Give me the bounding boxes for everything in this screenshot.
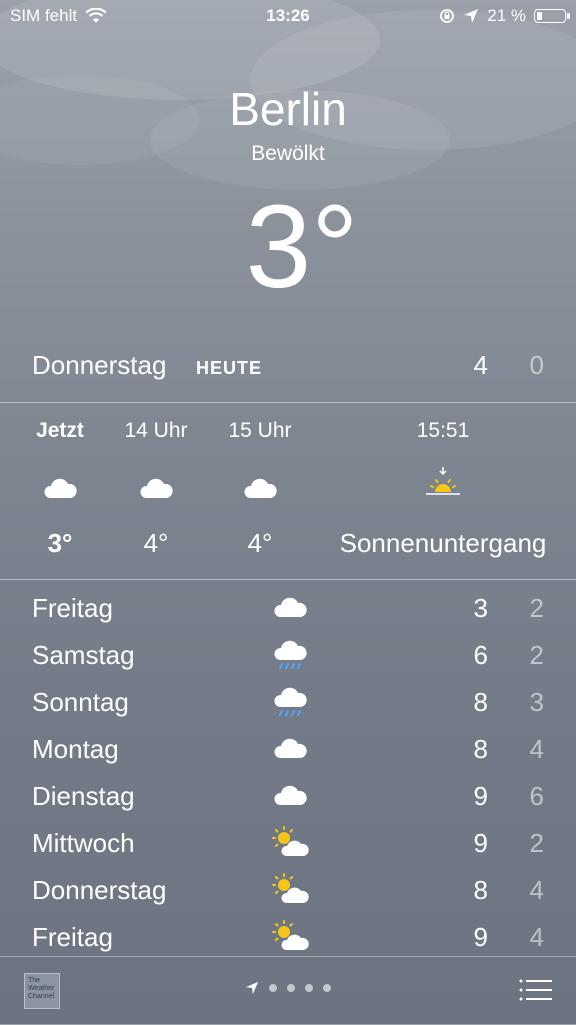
rain-cloud-icon [270,638,310,672]
divider [0,402,576,403]
hourly-time: 14 Uhr [124,419,188,442]
daily-row: Mittwoch 9 2 [32,820,544,867]
location-arrow-icon [464,9,479,23]
partly-sunny-icon [270,873,310,907]
daily-row: Freitag 9 4 [32,914,544,961]
day-name: Samstag [32,640,135,670]
day-name: Freitag [32,922,113,952]
cloud-icon [270,732,310,766]
day-high: 8 [473,734,488,764]
cloud-icon [136,472,176,502]
page-indicator[interactable] [0,981,576,995]
hourly-temp: 4° [247,528,273,558]
hourly-temp: 4° [143,528,169,558]
day-high: 8 [473,875,488,905]
page-dot[interactable] [269,984,277,992]
daily-row: Sonntag 8 3 [32,679,544,726]
day-high: 9 [473,781,488,811]
page-dot[interactable] [287,984,295,992]
day-low: 2 [529,640,544,670]
day-high: 9 [473,828,488,858]
cloud-icon [270,591,310,625]
day-low: 2 [529,593,544,623]
battery-icon [534,9,570,23]
page-dot[interactable] [305,984,313,992]
today-row: Donnerstag HEUTE 4 0 [32,350,544,386]
day-low: 4 [529,875,544,905]
city-name: Berlin [229,83,347,135]
daily-row: Freitag 3 2 [32,585,544,632]
day-name: Donnerstag [32,875,167,905]
page-dot[interactable] [323,984,331,992]
day-name: Sonntag [32,687,129,717]
bottom-toolbar: The Weather Channel [0,956,576,1025]
list-icon[interactable] [518,977,552,1003]
day-high: 3 [473,593,488,623]
status-bar: SIM fehlt 13:26 21 % [0,0,576,34]
today-badge: HEUTE [196,358,263,378]
hourly-forecast[interactable]: Jetzt 3° 14 Uhr 4° 15 Uhr 4° 15:51 Sonnenunterg… [0,404,576,578]
day-low: 4 [529,922,544,952]
weather-condition: Bewölkt [251,142,325,165]
cloud-icon [40,472,80,502]
divider [0,579,576,580]
today-day: Donnerstag [32,350,167,380]
day-low: 3 [529,687,544,717]
partly-sunny-icon [270,826,310,860]
hourly-time: 15 Uhr [228,419,292,442]
rotation-lock-icon [440,9,455,23]
location-arrow-icon [245,981,259,995]
day-low: 6 [529,781,544,811]
daily-row: Samstag 6 2 [32,632,544,679]
daily-row: Montag 8 4 [32,726,544,773]
day-high: 6 [473,640,488,670]
day-high: 9 [473,922,488,952]
day-name: Mittwoch [32,828,135,858]
daily-row: Dienstag 9 6 [32,773,544,820]
rain-cloud-icon [270,685,310,719]
today-high: 4 [473,350,488,380]
current-temperature: 3° [245,181,359,313]
cloud-icon [240,472,280,502]
day-name: Montag [32,734,119,764]
cloud-icon [270,779,310,813]
day-high: 8 [473,687,488,717]
today-low: 0 [529,350,544,380]
day-low: 4 [529,734,544,764]
day-low: 2 [529,828,544,858]
day-name: Freitag [32,593,113,623]
partly-sunny-icon [270,920,310,954]
battery-fill [537,12,543,20]
hourly-time: 15:51 [416,419,470,442]
day-name: Dienstag [32,781,135,811]
daily-row: Donnerstag 8 4 [32,867,544,914]
battery-percent: 21 % [487,6,526,25]
sunset-icon [423,466,463,496]
sunset-label: Sonnenuntergang [339,528,547,558]
